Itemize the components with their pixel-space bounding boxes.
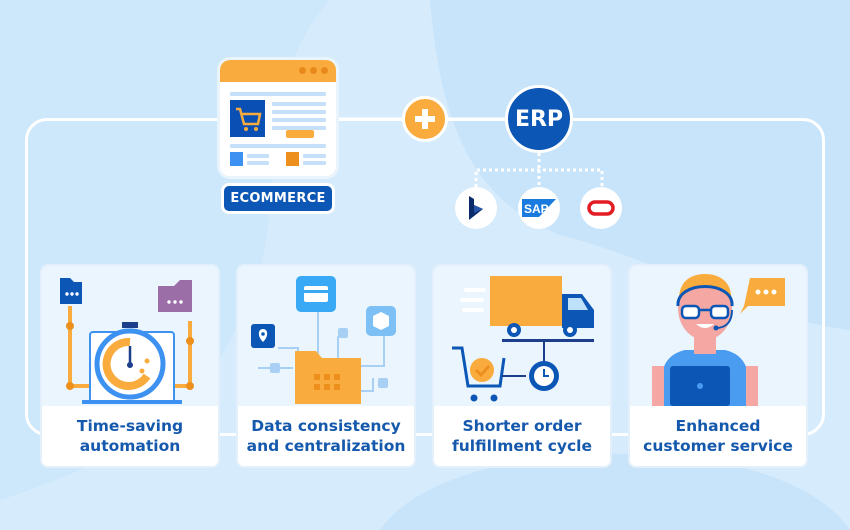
benefit-label-line2: fulfillment cycle	[451, 437, 592, 455]
benefit-label-line1: Shorter order	[462, 417, 582, 435]
oracle-logo-icon	[580, 187, 622, 229]
shopping-cart-icon	[230, 100, 265, 137]
benefit-label-line2: customer service	[643, 437, 793, 455]
benefit-label-line1: Data consistency	[251, 417, 401, 435]
plus-icon	[402, 96, 448, 142]
benefit-label: Time-saving automation	[42, 406, 218, 466]
benefit-label-line2: automation	[79, 437, 181, 455]
browser-title-bar	[220, 60, 336, 82]
benefit-card-data-consistency: Data consistency and centralization	[238, 266, 414, 466]
benefit-label: Shorter order fulfillment cycle	[434, 406, 610, 466]
window-dots-icon	[299, 67, 328, 74]
buy-button-icon	[286, 130, 314, 138]
benefit-label-line1: Enhanced	[675, 417, 761, 435]
ecommerce-label: ECOMMERCE	[221, 183, 335, 214]
benefit-label-line2: and centralization	[246, 437, 406, 455]
support-agent-icon	[652, 274, 785, 406]
delivery-truck-cart-icon	[452, 276, 594, 402]
benefit-card-fulfillment: Shorter order fulfillment cycle	[434, 266, 610, 466]
benefit-label-line1: Time-saving	[76, 417, 184, 435]
dynamics-logo-icon	[455, 187, 497, 229]
sap-logo-text: SAP	[524, 202, 549, 216]
data-folder-network-icon	[251, 276, 396, 404]
benefit-label: Data consistency and centralization	[238, 406, 414, 466]
stopwatch-automation-icon	[60, 278, 194, 404]
ecommerce-browser-window	[220, 60, 336, 176]
benefit-card-time-saving: Time-saving automation	[42, 266, 218, 466]
benefit-card-customer-service: Enhanced customer service	[630, 266, 806, 466]
erp-badge: ERP	[505, 85, 573, 153]
benefit-label: Enhanced customer service	[630, 406, 806, 466]
sap-logo-icon: SAP	[518, 187, 560, 229]
